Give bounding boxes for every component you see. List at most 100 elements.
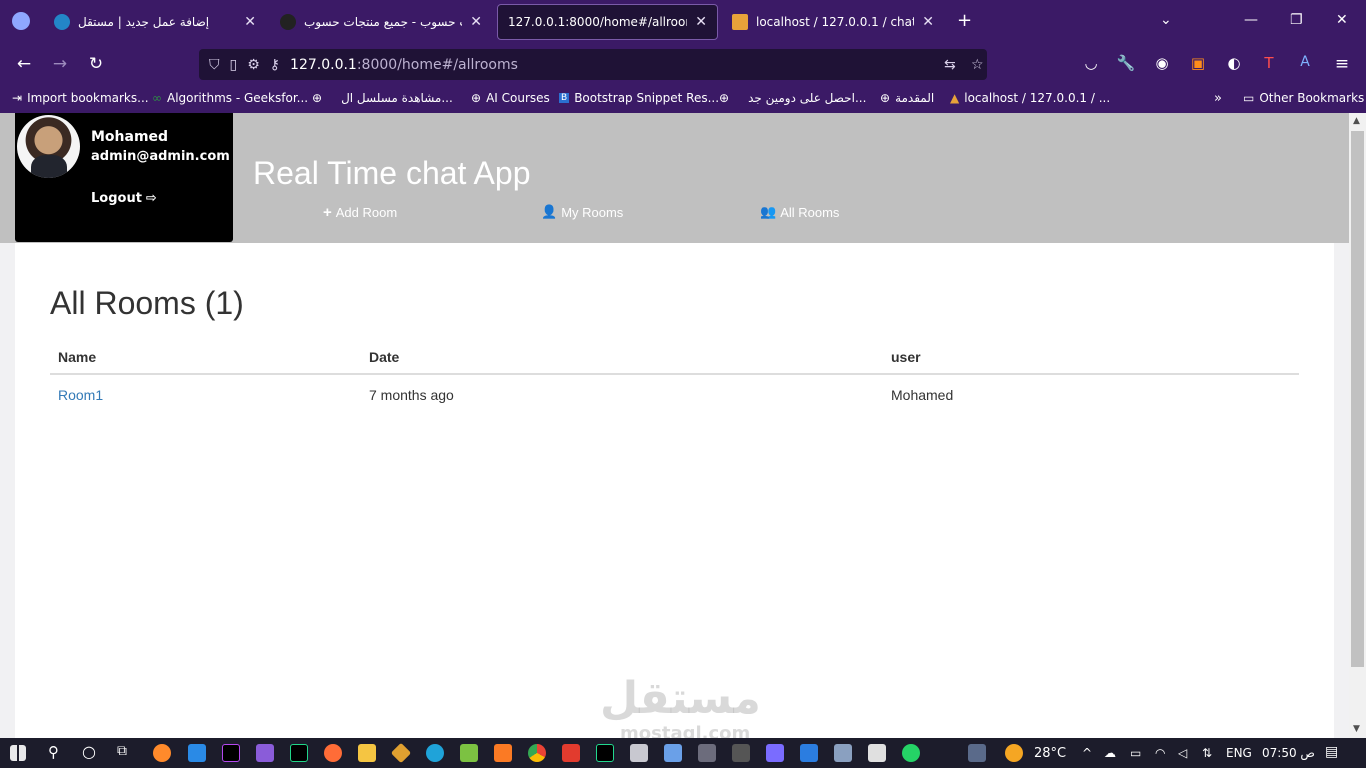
bookmark-ai-courses[interactable]: ⊕ AI Courses (471, 91, 550, 105)
close-icon[interactable]: ✕ (695, 14, 707, 30)
bookmark-domain[interactable]: ⊕ احصل على دومين جد... (719, 91, 866, 105)
extension-orange-icon[interactable]: ▣ (1187, 54, 1209, 72)
permissions-icon[interactable]: ⚙ (247, 57, 260, 73)
reload-icon[interactable]: ↻ (85, 54, 107, 74)
webstorm-icon[interactable] (290, 744, 308, 762)
translate-icon[interactable]: ⇆ (944, 57, 956, 73)
new-tab-icon[interactable]: + (957, 10, 972, 31)
bookmark-geeks[interactable]: ∞ Algorithms - Geeksfor... (152, 91, 308, 105)
edge-icon[interactable] (426, 744, 444, 762)
cortana-icon[interactable]: ○ (82, 742, 96, 761)
tab-title: localhost / 127.0.0.1 / chat / users (756, 15, 915, 29)
hamburger-menu-icon[interactable]: ≡ (1331, 54, 1353, 74)
battery-icon[interactable]: ▭ (1130, 746, 1141, 760)
bookmark-series[interactable]: ⊕ مشاهدة مسلسل ال... (312, 91, 453, 105)
nav-all-rooms[interactable]: 👥 All Rooms (760, 204, 839, 220)
translate-extension-icon[interactable]: A (1294, 54, 1316, 70)
folder-icon: ▭ (1243, 91, 1255, 105)
nav-add-room[interactable]: + Add Room (323, 204, 397, 221)
page-scrollbar[interactable]: ▲ ▼ (1349, 113, 1366, 738)
discord-icon[interactable] (766, 744, 784, 762)
phpstorm-icon[interactable] (222, 744, 240, 762)
wifi-icon[interactable]: ◠ (1155, 746, 1165, 760)
close-window-icon[interactable]: ✕ (1336, 12, 1348, 28)
app-dark-icon[interactable] (698, 744, 716, 762)
scroll-thumb[interactable] (1351, 131, 1364, 667)
app-shield-icon[interactable] (630, 744, 648, 762)
key-icon[interactable]: ⚷ (270, 57, 280, 73)
notifications-icon[interactable]: ▤ (1325, 744, 1338, 760)
tab-hsoub[interactable]: حسابات حسوب - جميع منتجات حسوب ✕ (270, 4, 492, 40)
app-red-icon[interactable] (868, 744, 886, 762)
postman-icon[interactable] (324, 744, 342, 762)
tab-list-icon[interactable]: ⌄ (1160, 12, 1172, 28)
pocket-icon[interactable]: ◡ (1080, 54, 1102, 72)
tab-title: حسابات حسوب - جميع منتجات حسوب (304, 15, 462, 29)
scroll-up-icon[interactable]: ▲ (1353, 116, 1360, 126)
bookmark-phpmyadmin[interactable]: ▲ localhost / 127.0.0.1 / ... (950, 91, 1110, 105)
xampp-icon[interactable] (494, 744, 512, 762)
clion-icon[interactable] (596, 744, 614, 762)
nav-my-rooms[interactable]: 👤 My Rooms (541, 204, 623, 220)
bookmark-intro[interactable]: ⊕ المقدمة (880, 91, 934, 105)
bookmark-import[interactable]: ⇥ Import bookmarks... (12, 91, 149, 105)
chrome-icon[interactable] (528, 744, 546, 762)
tools-icon[interactable]: 🔧 (1115, 54, 1137, 72)
bookmark-other[interactable]: ▭ Other Bookmarks (1243, 91, 1364, 105)
anydesk-icon[interactable] (562, 744, 580, 762)
mail-icon[interactable] (800, 744, 818, 762)
calculator-icon[interactable] (968, 744, 986, 762)
logout-button[interactable]: Logout ⇨ (91, 191, 157, 206)
task-view-icon[interactable]: ⧉ (117, 743, 127, 759)
more-bookmarks-icon[interactable]: » (1214, 91, 1222, 106)
tab-allrooms[interactable]: 127.0.0.1:8000/home#/allrooms ✕ (497, 4, 718, 40)
page-icon[interactable]: ▯ (230, 57, 238, 73)
weather-sun-icon (1005, 744, 1023, 762)
minimize-icon[interactable]: — (1244, 12, 1258, 28)
file-explorer-icon[interactable] (358, 744, 376, 762)
app-mask-icon[interactable] (732, 744, 750, 762)
visual-studio-icon[interactable] (256, 744, 274, 762)
firefox-menu-icon[interactable] (12, 12, 30, 30)
scroll-down-icon[interactable]: ▼ (1353, 724, 1360, 734)
tab-title: 127.0.0.1:8000/home#/allrooms (508, 15, 688, 29)
git-icon[interactable] (390, 742, 412, 764)
tray-chevron-icon[interactable]: ^ (1082, 746, 1092, 760)
language-switch-icon[interactable]: ⇅ (1202, 746, 1212, 760)
tab-phpmyadmin[interactable]: localhost / 127.0.0.1 / chat / users ✕ (722, 4, 944, 40)
close-icon[interactable]: ✕ (922, 14, 934, 30)
close-icon[interactable]: ✕ (244, 14, 256, 30)
onedrive-icon[interactable]: ☁ (1104, 746, 1116, 760)
watermark-logo: مستقل (600, 673, 761, 724)
bookmark-star-icon[interactable]: ☆ (971, 57, 984, 73)
tab-title: إضافة عمل جديد | مستقل (78, 15, 210, 29)
search-icon[interactable]: ⚲ (48, 743, 59, 761)
extension-dark-icon[interactable]: ◐ (1223, 54, 1245, 72)
paint-icon[interactable] (664, 744, 682, 762)
weather-temperature[interactable]: 28°C (1034, 746, 1066, 761)
tab-mostaql[interactable]: إضافة عمل جديد | مستقل ✕ (44, 4, 266, 40)
firefox-taskbar-icon[interactable] (153, 744, 171, 762)
profile-card: Mohamed admin@admin.com Logout ⇨ (15, 113, 233, 242)
clock[interactable]: 07:50 ص (1262, 746, 1315, 760)
room-link[interactable]: Room1 (58, 387, 103, 403)
restore-icon[interactable]: ❐ (1290, 12, 1303, 28)
bookmark-label: localhost / 127.0.0.1 / ... (964, 91, 1111, 105)
bookmark-bootstrap[interactable]: B Bootstrap Snippet Res... (559, 91, 719, 105)
language-indicator[interactable]: ENG (1226, 746, 1252, 760)
close-icon[interactable]: ✕ (470, 14, 482, 30)
forward-icon[interactable]: → (49, 54, 71, 74)
shield-icon[interactable]: ⛉ (209, 57, 220, 73)
volume-icon[interactable]: ◁ (1178, 746, 1187, 760)
url-bar[interactable]: ⛉ ▯ ⚙ ⚷ 127.0.0.1:8000/home#/allrooms ⇆ … (199, 49, 987, 80)
account-icon[interactable]: ◉ (1151, 54, 1173, 72)
whatsapp-icon[interactable] (902, 744, 920, 762)
lambda-icon[interactable] (460, 744, 478, 762)
back-icon[interactable]: ← (13, 54, 35, 74)
windows-start-icon[interactable] (10, 745, 26, 761)
bookmark-label: احصل على دومين جد... (748, 91, 867, 105)
network-tool-icon[interactable] (834, 744, 852, 762)
extension-red-icon[interactable]: T (1258, 54, 1280, 72)
vscode-icon[interactable] (188, 744, 206, 762)
url-text[interactable]: 127.0.0.1:8000/home#/allrooms (290, 57, 518, 73)
